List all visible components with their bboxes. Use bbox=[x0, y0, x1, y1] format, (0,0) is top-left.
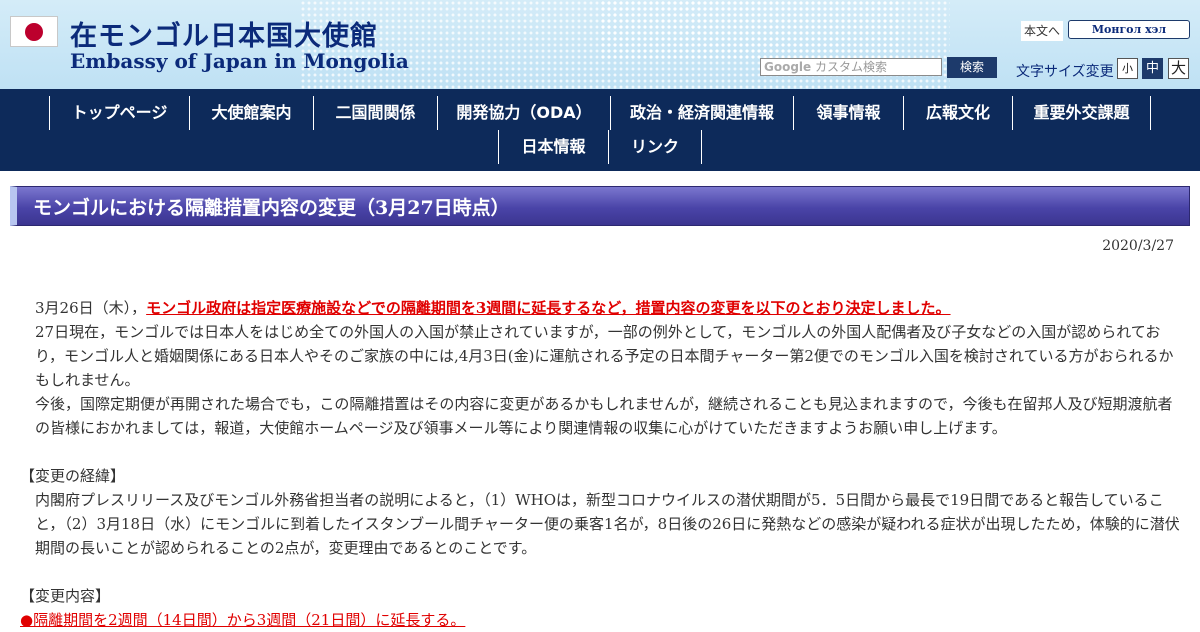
paragraph-background: 内閣府プレスリリース及びモンゴル外務省担当者の説明によると，（1）WHOは，新型… bbox=[35, 491, 1180, 557]
google-logo: Google bbox=[764, 60, 812, 74]
section-heading-background: 【変更の経緯】 bbox=[20, 467, 126, 485]
mongolian-language-button[interactable]: Монгол хэл bbox=[1068, 20, 1190, 39]
announcement-date: 3月26日（木）， bbox=[35, 299, 147, 317]
site-title-english[interactable]: Embassy of Japan in Mongolia bbox=[70, 49, 409, 73]
search-placeholder: カスタム検索 bbox=[815, 60, 888, 74]
main-navigation: トップページ 大使館案内 二国間関係 開発協力（ODA） 政治・経済関連情報 領… bbox=[0, 89, 1200, 171]
change-item-link[interactable]: ●隔離期間を2週間（14日間）から3週間（21日間）に延長する。 bbox=[20, 611, 465, 629]
nav-item-politics-economy[interactable]: 政治・経済関連情報 bbox=[610, 96, 793, 130]
publish-date: 2020/3/27 bbox=[1102, 238, 1174, 254]
article-body: 3月26日（木），モンゴル政府は指定医療施設などでの隔離期間を3週間に延長するな… bbox=[20, 296, 1182, 632]
site-title-japanese[interactable]: 在モンゴル日本国大使館 bbox=[70, 14, 378, 53]
page-title-bar: モンゴルにおける隔離措置内容の変更（3月27日時点） bbox=[10, 186, 1190, 226]
search-input[interactable]: Google カスタム検索 bbox=[760, 58, 942, 76]
nav-item-diplomatic-issues[interactable]: 重要外交課題 bbox=[1012, 96, 1151, 130]
nav-item-top-page[interactable]: トップページ bbox=[49, 96, 189, 130]
paragraph-announcement: 3月26日（木），モンゴル政府は指定医療施設などでの隔離期間を3週間に延長するな… bbox=[20, 296, 1182, 320]
nav-item-culture[interactable]: 広報文化 bbox=[903, 96, 1012, 130]
nav-item-consular[interactable]: 領事情報 bbox=[793, 96, 903, 130]
section-heading-changes: 【変更内容】 bbox=[20, 587, 111, 605]
nav-item-embassy-info[interactable]: 大使館案内 bbox=[189, 96, 313, 130]
nav-row-secondary: 日本情報 リンク bbox=[498, 130, 702, 164]
page-title: モンゴルにおける隔離措置内容の変更（3月27日時点） bbox=[33, 197, 510, 219]
search-button[interactable]: 検索 bbox=[947, 57, 997, 78]
nav-item-japan-info[interactable]: 日本情報 bbox=[498, 130, 608, 164]
site-header: 在モンゴル日本国大使館 Embassy of Japan in Mongolia… bbox=[0, 0, 1200, 89]
font-size-large-button[interactable]: 大 bbox=[1168, 58, 1189, 79]
font-size-medium-button[interactable]: 中 bbox=[1142, 58, 1163, 79]
font-size-label: 文字サイズ変更 bbox=[1016, 64, 1114, 80]
japan-flag-icon bbox=[10, 16, 58, 47]
paragraph-advisory: 今後，国際定期便が再開された場合でも，この隔離措置はその内容に変更があるかもしれ… bbox=[35, 395, 1173, 437]
font-size-small-button[interactable]: 小 bbox=[1117, 58, 1138, 79]
nav-item-oda[interactable]: 開発協力（ODA） bbox=[437, 96, 610, 130]
skip-to-content-link[interactable]: 本文へ bbox=[1021, 21, 1063, 41]
list-item-change: ●隔離期間を2週間（14日間）から3週間（21日間）に延長する。 bbox=[20, 608, 1182, 632]
world-map-decoration-detail bbox=[600, 0, 900, 60]
nav-row-primary: トップページ 大使館案内 二国間関係 開発協力（ODA） 政治・経済関連情報 領… bbox=[49, 96, 1151, 130]
nav-item-links[interactable]: リンク bbox=[608, 130, 702, 164]
announcement-link[interactable]: モンゴル政府は指定医療施設などでの隔離期間を3週間に延長するなど，措置内容の変更… bbox=[146, 299, 950, 317]
paragraph-entry-status: 27日現在，モンゴルでは日本人をはじめ全ての外国人の入国が禁止されていますが，一… bbox=[35, 323, 1174, 389]
nav-item-bilateral-relations[interactable]: 二国間関係 bbox=[313, 96, 437, 130]
